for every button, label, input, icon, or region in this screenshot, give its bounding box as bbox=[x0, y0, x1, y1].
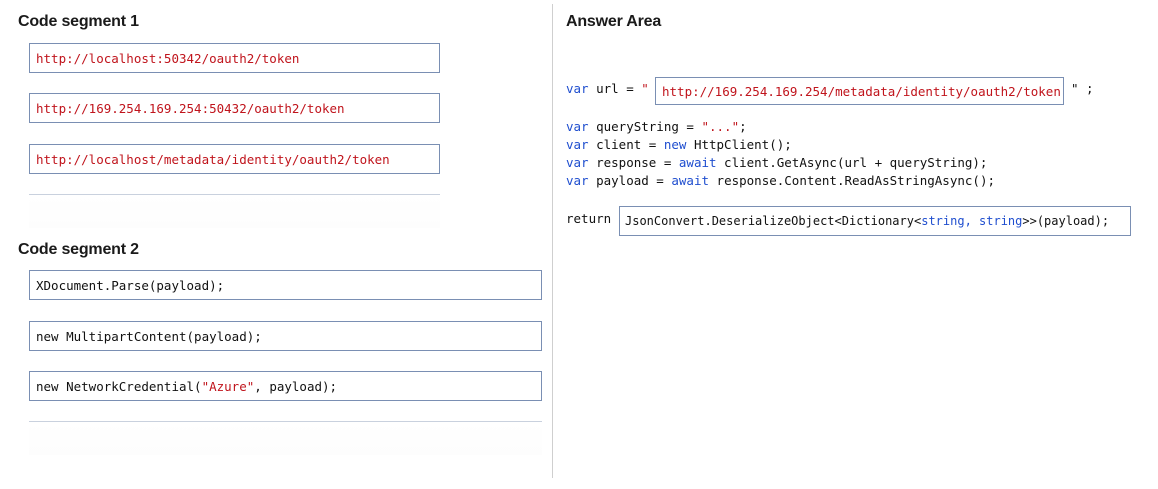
segment2-option-text: new NetworkCredential( bbox=[36, 378, 202, 394]
keyword-var: var bbox=[566, 173, 589, 188]
segment1-option-169-254-50432[interactable]: http://169.254.169.254:50432/oauth2/toke… bbox=[29, 93, 440, 123]
segment1-option-localhost-metadata[interactable]: http://localhost/metadata/identity/oauth… bbox=[29, 144, 440, 174]
code-text: payload = bbox=[588, 173, 672, 188]
code-text: JsonConvert.DeserializeObject<Dictionary… bbox=[625, 214, 922, 228]
segment2-option-string: "Azure" bbox=[201, 378, 255, 394]
keyword-var: var bbox=[566, 137, 589, 152]
code-quote: " bbox=[641, 81, 649, 96]
segment2-option-network-credential[interactable]: new NetworkCredential("Azure", payload); bbox=[29, 371, 542, 401]
keyword-return: return bbox=[566, 211, 612, 226]
code-line-response: var response = await client.GetAsync(url… bbox=[566, 154, 987, 172]
code-line-querystring: var queryString = "..."; bbox=[566, 118, 747, 136]
segment2-option-multipart-content[interactable]: new MultipartContent(payload); bbox=[29, 321, 542, 351]
code-text: client = bbox=[588, 137, 664, 152]
code-text: HttpClient(); bbox=[686, 137, 792, 152]
keyword-new: new bbox=[663, 137, 687, 152]
segment2-empty-slot[interactable] bbox=[29, 421, 542, 455]
code-text: response = bbox=[588, 155, 679, 170]
segment1-empty-slot[interactable] bbox=[29, 194, 440, 228]
segment2-option-text: , payload); bbox=[254, 378, 338, 394]
answer-area-title: Answer Area bbox=[566, 13, 662, 30]
code-line-payload: var payload = await response.Content.Rea… bbox=[566, 172, 995, 190]
keyword-var: var bbox=[566, 81, 589, 96]
code-text: queryString = bbox=[588, 119, 702, 134]
panel-divider bbox=[552, 4, 553, 478]
segment2-option-xdocument-parse[interactable]: XDocument.Parse(payload); bbox=[29, 270, 542, 300]
code-text: client.GetAsync(url + queryString); bbox=[716, 155, 988, 170]
code-text: >>(payload); bbox=[1022, 214, 1110, 228]
answer-slot-url[interactable]: http://169.254.169.254/metadata/identity… bbox=[655, 77, 1064, 105]
keyword-await: await bbox=[671, 173, 710, 188]
answer-slot-return[interactable]: JsonConvert.DeserializeObject<Dictionary… bbox=[619, 206, 1131, 236]
keyword-var: var bbox=[566, 119, 589, 134]
code-text: response.Content.ReadAsStringAsync(); bbox=[709, 173, 995, 188]
code-types: string, string bbox=[921, 214, 1023, 228]
code-line-client: var client = new HttpClient(); bbox=[566, 136, 792, 154]
code-line-url-close: " ; bbox=[1071, 81, 1094, 96]
code-segment-1-title: Code segment 1 bbox=[18, 13, 139, 30]
code-string: "..." bbox=[701, 119, 740, 134]
keyword-var: var bbox=[566, 155, 589, 170]
segment2-option-text: new MultipartContent(payload); bbox=[36, 328, 262, 344]
code-segment-2-title: Code segment 2 bbox=[18, 241, 139, 258]
code-text: url = bbox=[588, 81, 642, 96]
keyword-await: await bbox=[678, 155, 717, 170]
code-text: ; bbox=[739, 119, 747, 134]
segment2-option-text: XDocument.Parse(payload); bbox=[36, 277, 225, 293]
segment1-option-localhost-50342[interactable]: http://localhost:50342/oauth2/token bbox=[29, 43, 440, 73]
code-line-url: var url = " bbox=[566, 80, 649, 98]
